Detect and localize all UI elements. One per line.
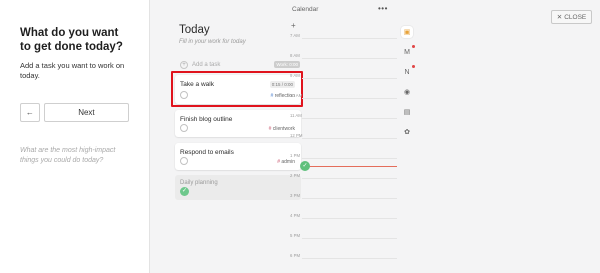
calendar-hour-line xyxy=(302,118,397,119)
task-card-respond-to-emails[interactable]: Respond to emails # admin xyxy=(175,143,301,170)
task-title: Daily planning xyxy=(180,180,218,186)
task-tag[interactable]: # admin xyxy=(277,159,295,165)
asana-icon[interactable]: ◉ xyxy=(401,86,413,98)
task-title: Finish blog outline xyxy=(180,116,233,123)
calendar-hour-line xyxy=(302,198,397,199)
today-title: Today xyxy=(179,24,210,36)
onboarding-hint: What are the most high-impact things you… xyxy=(20,147,116,164)
close-button[interactable]: ✕ CLOSE xyxy=(551,10,592,24)
today-subtitle: Fill in your work for today xyxy=(179,39,246,45)
calendar-hour-label: 4 PM xyxy=(290,213,301,218)
calendar-hour-line xyxy=(302,78,397,79)
calendar-hour-label: 8 AM xyxy=(290,53,300,58)
add-task-row[interactable]: + Add a task Work: 0:00 xyxy=(175,58,300,71)
check-icon: ✓ xyxy=(300,161,310,171)
task-tag[interactable]: # clientwork xyxy=(269,126,295,132)
calendar-hour-line xyxy=(302,218,397,219)
slack-icon[interactable]: ✿ xyxy=(401,126,413,138)
task-complete-checkbox[interactable] xyxy=(180,124,188,132)
work-time-badge: Work: 0:00 xyxy=(274,61,300,68)
calendar-hour-label: 9 AM xyxy=(290,73,300,78)
calendar-hour-line xyxy=(302,238,397,239)
calendar-hour-line xyxy=(302,58,397,59)
calendar-hour-label: 6 PM xyxy=(290,253,301,258)
highlight-box xyxy=(171,71,303,107)
calendar-hour-line xyxy=(302,158,397,159)
onboarding-description: Add a task you want to work on today. xyxy=(20,61,125,80)
task-complete-checkbox[interactable] xyxy=(180,157,188,165)
gmail-icon[interactable]: M xyxy=(401,45,415,58)
calendar-hour-label: 12 PM xyxy=(290,133,303,138)
calendar-hour-label: 7 AM xyxy=(290,33,300,38)
calendar-app-icon[interactable]: ▣ xyxy=(401,26,413,38)
task-card-finish-blog-outline[interactable]: Finish blog outline # clientwork xyxy=(175,110,301,137)
calendar-hour-label: 11 AM xyxy=(290,113,302,118)
close-icon: ✕ xyxy=(556,14,563,21)
main-area: Today Fill in your work for today + Add … xyxy=(151,0,600,273)
calendar-hour-line xyxy=(302,138,397,139)
onboarding-heading: What do you want to get done today? xyxy=(20,27,123,53)
add-task-input[interactable]: Add a task xyxy=(192,62,220,68)
calendar-grid[interactable]: 7 AM 8 AM 9 AM 10 AM 11 AM 12 PM 1 PM 2 PM 3 PM 4… xyxy=(290,28,397,273)
calendar-hour-label: 2 PM xyxy=(290,173,301,178)
calendar-hour-label: 3 PM xyxy=(290,193,301,198)
calendar-title: Calendar xyxy=(292,6,319,13)
notification-dot xyxy=(412,65,415,68)
close-label: CLOSE xyxy=(564,13,587,21)
notification-dot xyxy=(412,45,415,48)
current-time-line xyxy=(302,166,397,167)
calendar-hour-label: 5 PM xyxy=(290,233,301,238)
calendar-hour-label: 10 AM xyxy=(290,93,303,98)
calendar-hour-line xyxy=(302,98,397,99)
archive-icon[interactable]: ▤ xyxy=(401,106,413,118)
task-card-daily-planning[interactable]: Daily planning ✓ xyxy=(175,175,301,200)
arrow-left-icon: ← xyxy=(25,108,34,117)
task-title: Respond to emails xyxy=(180,149,234,156)
more-options-icon[interactable]: ••• xyxy=(378,4,388,13)
calendar-hour-label: 1 PM xyxy=(290,153,301,158)
calendar-hour-line xyxy=(302,38,397,39)
onboarding-nav: ← Next xyxy=(20,103,129,122)
calendar-hour-line xyxy=(302,258,397,259)
add-event-button[interactable]: + xyxy=(291,21,296,30)
notion-icon[interactable]: N xyxy=(401,65,415,78)
onboarding-panel: What do you want to get done today? Add … xyxy=(0,0,150,273)
check-icon[interactable]: ✓ xyxy=(180,187,189,196)
next-button[interactable]: Next xyxy=(43,103,129,122)
plus-icon: + xyxy=(180,60,188,69)
calendar-hour-line xyxy=(302,178,397,179)
back-button[interactable]: ← xyxy=(20,103,40,122)
